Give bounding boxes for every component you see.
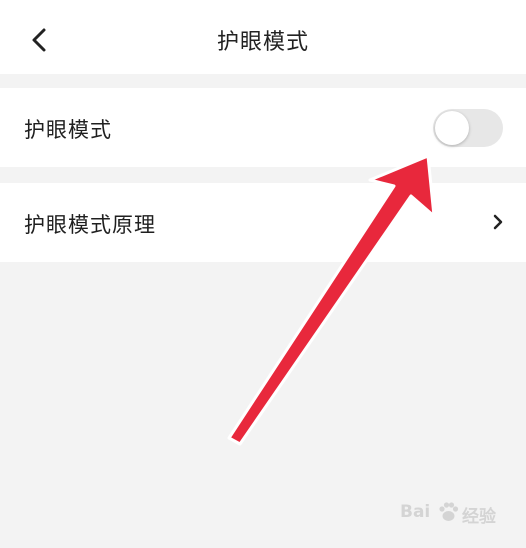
eye-protection-toggle[interactable] [433,109,503,147]
paw-icon [439,502,459,521]
watermark-text-left: Bai [400,502,431,522]
top-bar: 护眼模式 [0,0,526,74]
watermark-text-right: 经验 [462,507,496,527]
baidu-watermark: Bai 经验 [400,492,510,532]
chevron-right-icon [493,214,503,230]
toggle-knob [435,111,469,145]
eye-protection-principle-label: 护眼模式原理 [24,213,156,237]
annotation-arrow [227,154,436,446]
eye-protection-label: 护眼模式 [24,118,112,142]
page-title: 护眼模式 [216,30,309,55]
eye-protection-row: 护眼模式 [0,88,526,167]
eye-protection-principle-row[interactable]: 护眼模式原理 [0,183,526,262]
